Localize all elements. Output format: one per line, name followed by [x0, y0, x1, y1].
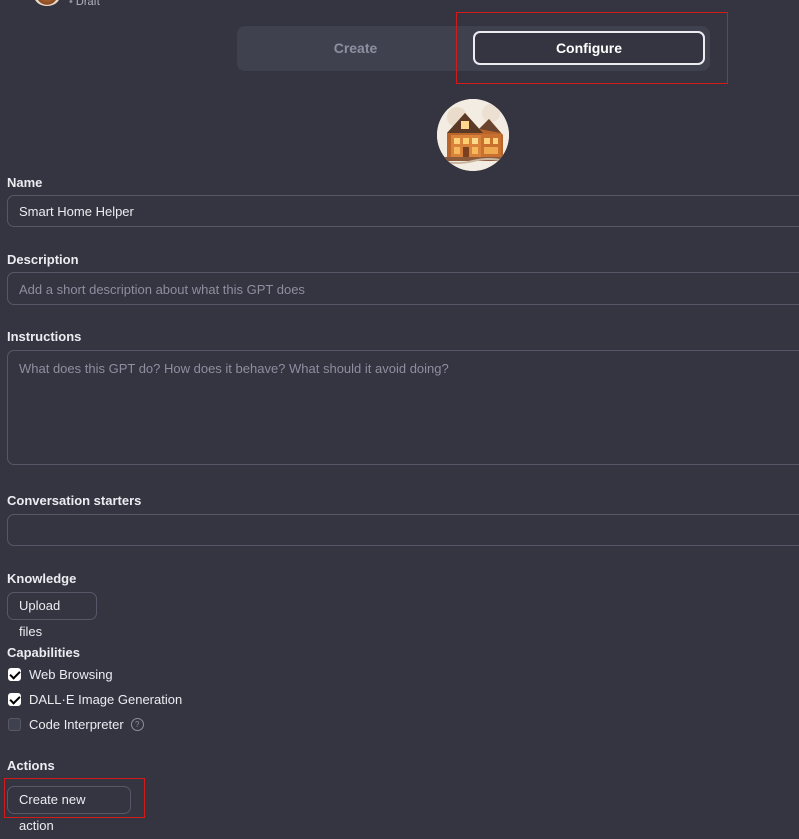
- gpt-avatar-upload[interactable]: [437, 99, 509, 171]
- upload-files-button[interactable]: Upload files: [7, 592, 97, 639]
- capability-code-interpreter: Code Interpreter ?: [8, 716, 144, 732]
- code-interpreter-checkbox[interactable]: [8, 717, 21, 731]
- editor-header: • Draft: [0, 0, 799, 10]
- tab-create[interactable]: Create: [237, 26, 474, 71]
- conversation-starter-input[interactable]: [7, 514, 799, 546]
- status-dot: •: [69, 0, 73, 8]
- actions-label: Actions: [7, 758, 55, 773]
- capabilities-label: Capabilities: [7, 645, 80, 660]
- status-label: Draft: [75, 0, 100, 8]
- capability-label: Web Browsing: [29, 666, 113, 682]
- capability-dalle: DALL·E Image Generation: [8, 691, 183, 707]
- capability-label: Code Interpreter: [29, 716, 124, 732]
- mode-tabs: Create Configure: [237, 26, 710, 71]
- draft-status: • Draft: [69, 0, 100, 9]
- knowledge-label: Knowledge: [7, 571, 77, 586]
- dalle-checkbox[interactable]: [8, 692, 21, 706]
- web-browsing-checkbox[interactable]: [8, 667, 21, 681]
- instructions-textarea[interactable]: What does this GPT do? How does it behav…: [7, 350, 799, 465]
- description-input[interactable]: Add a short description about what this …: [7, 272, 799, 305]
- help-icon[interactable]: ?: [130, 717, 144, 731]
- capability-label: DALL·E Image Generation: [29, 691, 183, 707]
- description-label: Description: [7, 252, 79, 267]
- tab-configure[interactable]: Configure: [473, 31, 705, 65]
- conversation-starters-label: Conversation starters: [7, 493, 142, 508]
- instructions-label: Instructions: [7, 329, 82, 344]
- name-label: Name: [7, 175, 43, 190]
- gpt-thumbnail: [34, 0, 60, 6]
- name-input[interactable]: Smart Home Helper: [7, 195, 799, 227]
- capability-web-browsing: Web Browsing: [8, 666, 113, 682]
- create-new-action-button[interactable]: Create new action: [7, 786, 131, 833]
- house-illustration-avatar: [437, 99, 509, 171]
